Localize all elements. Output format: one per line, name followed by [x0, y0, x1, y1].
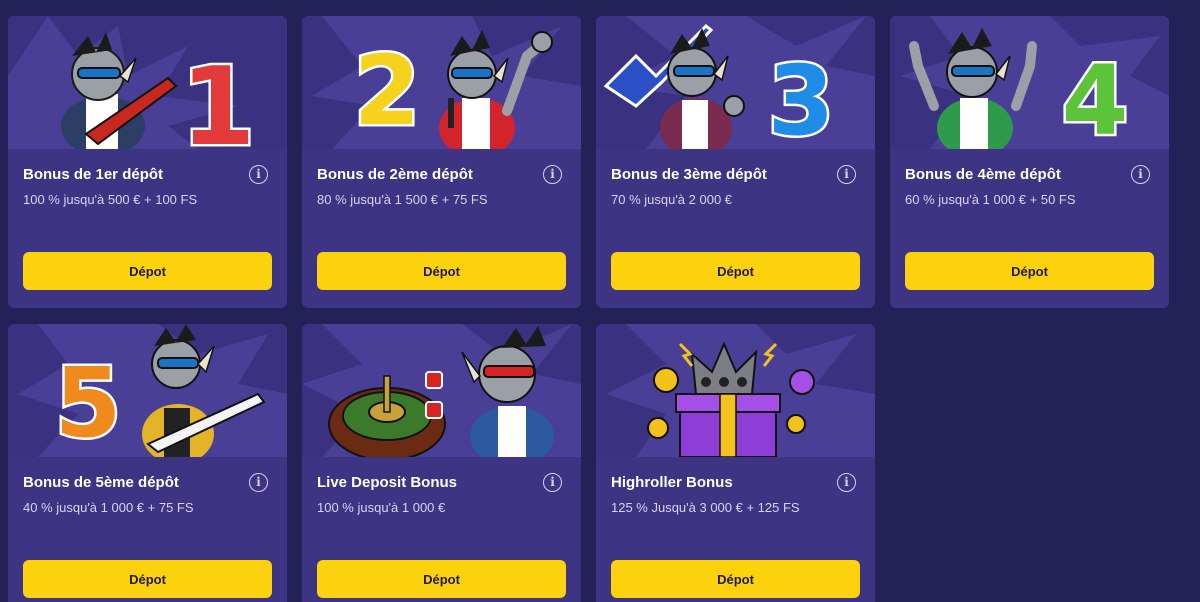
deposit-button[interactable]: Dépot — [23, 560, 272, 598]
deposit-button[interactable]: Dépot — [317, 252, 566, 290]
deposit-button[interactable]: Dépot — [905, 252, 1154, 290]
deposit-button[interactable]: Dépot — [317, 560, 566, 598]
bonus-card-5: 5 Bonus de 5ème dépôt i 40 % jusqu'à 1 0… — [8, 324, 287, 602]
bonus-art: 5 — [8, 324, 287, 457]
bonus-number: 2 — [351, 33, 423, 150]
bonus-card-4: 4 Bonus de 4ème dépôt i 60 % jusqu'à 1 0… — [890, 16, 1169, 308]
svg-text:4: 4 — [1062, 45, 1129, 149]
bonus-number: 5 — [52, 345, 124, 458]
bonus-number: 3 — [765, 43, 837, 150]
bonus-title: Live Deposit Bonus — [317, 474, 458, 491]
bonus-title: Bonus de 4ème dépôt — [905, 166, 1061, 183]
bonus-art: 1 — [8, 16, 287, 149]
bonus-art: 4 — [890, 16, 1169, 149]
deposit-button[interactable]: Dépot — [611, 560, 860, 598]
bonus-description: 70 % jusqu'à 2 000 € — [611, 192, 733, 207]
bonus-description: 100 % jusqu'à 500 € + 100 FS — [23, 192, 198, 207]
bonus-card-6: Live Deposit Bonus i 100 % jusqu'à 1 000… — [302, 324, 581, 602]
bonus-grid: 1 Bonus de 1er dépôt i 100 % jusqu'à 500… — [0, 0, 1200, 602]
info-icon[interactable]: i — [543, 165, 562, 184]
bonus-description: 80 % jusqu'à 1 500 € + 75 FS — [317, 192, 488, 207]
bonus-description: 100 % jusqu'à 1 000 € — [317, 500, 446, 515]
svg-text:1: 1 — [180, 45, 255, 149]
svg-text:2: 2 — [354, 35, 421, 147]
bonus-number: 1 — [178, 43, 258, 150]
bonus-art — [596, 324, 875, 457]
deposit-button[interactable]: Dépot — [23, 252, 272, 290]
info-icon[interactable]: i — [837, 473, 856, 492]
bonus-number: 4 — [1059, 43, 1131, 150]
bonus-title: Bonus de 1er dépôt — [23, 166, 164, 183]
svg-text:3: 3 — [768, 45, 835, 149]
svg-text:5: 5 — [55, 347, 122, 457]
info-icon[interactable]: i — [543, 473, 562, 492]
bonus-title: Bonus de 5ème dépôt — [23, 474, 179, 491]
bonus-art: 2 — [302, 16, 581, 149]
bonus-card-1: 1 Bonus de 1er dépôt i 100 % jusqu'à 500… — [8, 16, 287, 308]
info-icon[interactable]: i — [837, 165, 856, 184]
bonus-description: 60 % jusqu'à 1 000 € + 50 FS — [905, 192, 1076, 207]
deposit-button[interactable]: Dépot — [611, 252, 860, 290]
info-icon[interactable]: i — [249, 165, 268, 184]
bonus-title: Bonus de 2ème dépôt — [317, 166, 473, 183]
bonus-title: Bonus de 3ème dépôt — [611, 166, 767, 183]
bonus-description: 40 % jusqu'à 1 000 € + 75 FS — [23, 500, 194, 515]
bonus-description: 125 % Jusqu'à 3 000 € + 125 FS — [611, 500, 800, 515]
info-icon[interactable]: i — [1131, 165, 1150, 184]
bonus-card-2: 2 Bonus de 2ème dépôt i 80 % jusqu'à 1 5… — [302, 16, 581, 308]
bonus-title: Highroller Bonus — [611, 474, 733, 491]
bonus-card-3: 3 Bonus de 3ème dépôt i 70 % jusqu'à 2 0… — [596, 16, 875, 308]
info-icon[interactable]: i — [249, 473, 268, 492]
bonus-card-7: Highroller Bonus i 125 % Jusqu'à 3 000 €… — [596, 324, 875, 602]
bonus-art: 3 — [596, 16, 875, 149]
bonus-art — [302, 324, 581, 457]
